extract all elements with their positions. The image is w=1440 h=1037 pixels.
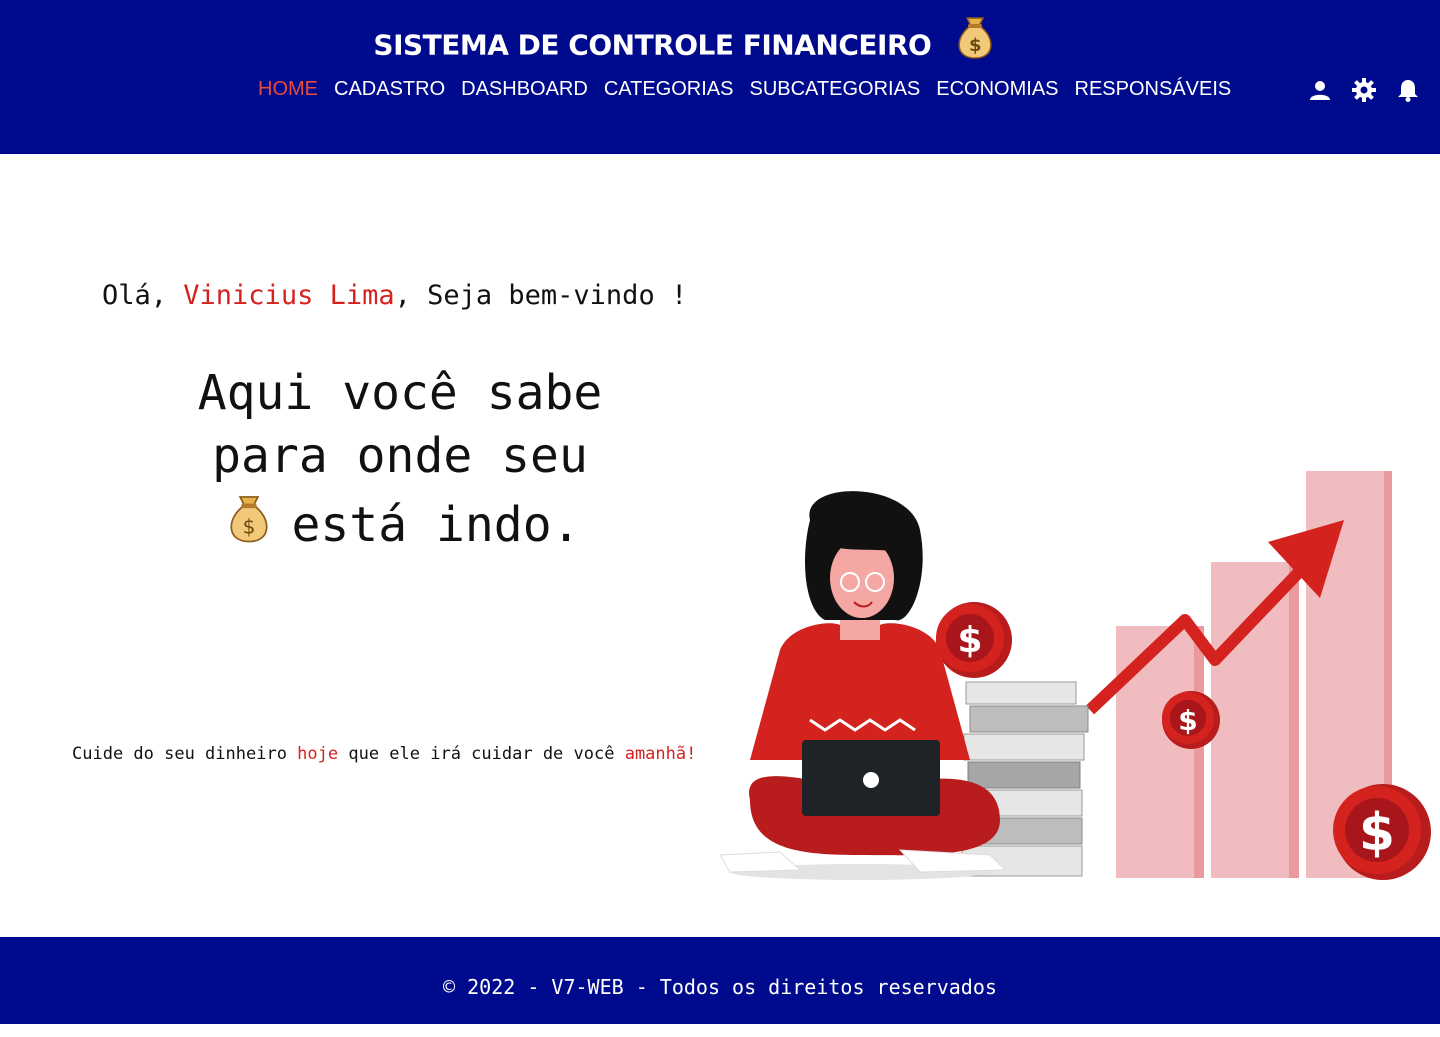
top-navbar: SISTEMA DE CONTROLE FINANCEIRO $ HOME CA…: [0, 0, 1440, 154]
tagline-highlight-tomorrow: amanhã!: [624, 744, 697, 764]
tagline-part-1: Cuide do seu dinheiro: [72, 744, 298, 764]
user-name: Vinicius Lima: [183, 280, 395, 311]
bell-icon[interactable]: [1396, 78, 1420, 102]
hero-headline: Aqui você sabe para onde seu $ está indo…: [180, 362, 620, 562]
tagline-part-2: que ele irá cuidar de você: [338, 744, 625, 764]
svg-text:$: $: [1178, 704, 1197, 737]
copyright-text: © 2022 - V7-WEB - Todos os direitos rese…: [443, 975, 997, 999]
headline-line-2: para onde seu: [212, 428, 588, 484]
app-title: SISTEMA DE CONTROLE FINANCEIRO $: [0, 10, 1374, 83]
greeting-suffix: , Seja bem-vindo !: [394, 280, 688, 311]
welcome-greeting: Olá, Vinicius Lima, Seja bem-vindo !: [102, 280, 687, 311]
tagline-highlight-today: hoje: [297, 744, 339, 764]
nav-responsaveis[interactable]: RESPONSÁVEIS: [1067, 76, 1240, 103]
svg-text:$: $: [242, 515, 255, 539]
svg-text:$: $: [969, 35, 981, 56]
nav-categorias[interactable]: CATEGORIAS: [596, 76, 742, 103]
headline-line-3: está indo.: [291, 496, 581, 553]
main-nav: HOME CADASTRO DASHBOARD CATEGORIAS SUBCA…: [250, 76, 1239, 103]
nav-economias[interactable]: ECONOMIAS: [928, 76, 1066, 103]
headline-line-1: Aqui você sabe: [197, 365, 603, 421]
nav-subcategorias[interactable]: SUBCATEGORIAS: [741, 76, 928, 103]
finance-illustration: $ $ $: [719, 460, 1440, 880]
app-title-text: SISTEMA DE CONTROLE FINANCEIRO: [373, 28, 932, 62]
greeting-prefix: Olá,: [102, 280, 184, 311]
headline-line-3-wrap: $ está indo.: [220, 488, 581, 562]
footer: © 2022 - V7-WEB - Todos os direitos rese…: [0, 937, 1440, 1024]
nav-home[interactable]: HOME: [250, 76, 326, 103]
money-bag-icon: $: [949, 10, 1001, 83]
tagline: Cuide do seu dinheiro hoje que ele irá c…: [72, 744, 696, 764]
header-actions: [1308, 78, 1420, 102]
svg-text:$: $: [1359, 803, 1395, 863]
gear-icon[interactable]: [1352, 78, 1376, 102]
money-bag-icon: $: [220, 488, 278, 562]
nav-cadastro[interactable]: CADASTRO: [326, 76, 453, 103]
nav-dashboard[interactable]: DASHBOARD: [453, 76, 596, 103]
svg-text:$: $: [957, 620, 982, 661]
user-icon[interactable]: [1308, 78, 1332, 102]
